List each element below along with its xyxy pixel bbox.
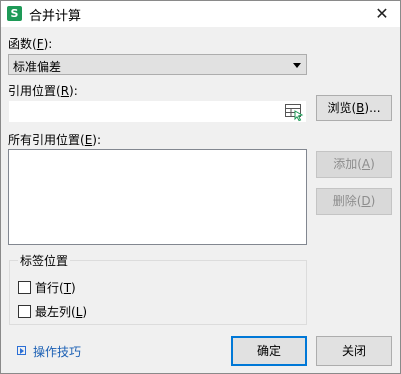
play-icon xyxy=(17,346,26,355)
label-position-group: 标签位置 首行(T) 最左列(L) xyxy=(9,252,307,325)
title-bar[interactable]: S 合并计算 ✕ xyxy=(1,1,400,27)
app-logo-icon: S xyxy=(7,6,22,21)
function-select-value: 标准偏差 xyxy=(13,60,62,74)
close-icon[interactable]: ✕ xyxy=(364,1,400,27)
top-row-checkbox-box[interactable] xyxy=(18,281,31,294)
tips-link-text[interactable]: 操作技巧 xyxy=(33,343,81,360)
all-references-label: 所有引用位置(E): xyxy=(8,133,102,147)
function-select[interactable]: 标准偏差 xyxy=(8,54,307,75)
left-column-label: 最左列(L) xyxy=(35,305,88,319)
function-label: 函数(F): xyxy=(8,37,53,51)
all-references-list[interactable] xyxy=(8,149,307,245)
dialog-title: 合并计算 xyxy=(29,9,82,24)
close-button[interactable]: 关闭 xyxy=(316,336,392,366)
top-row-label: 首行(T) xyxy=(35,281,76,295)
browse-button[interactable]: 浏览(B)... xyxy=(316,95,392,121)
ok-button[interactable]: 确定 xyxy=(231,336,307,366)
left-column-checkbox-box[interactable] xyxy=(18,305,31,318)
range-picker-icon[interactable] xyxy=(284,102,304,122)
consolidate-dialog: S 合并计算 ✕ 函数(F): 标准偏差 引用位置(R): 浏览(B)... 所… xyxy=(0,0,401,374)
label-position-title: 标签位置 xyxy=(18,252,71,269)
reference-input[interactable] xyxy=(8,100,307,123)
add-button[interactable]: 添加(A) xyxy=(316,151,392,178)
reference-label: 引用位置(R): xyxy=(8,84,78,98)
chevron-down-icon[interactable] xyxy=(293,63,301,68)
delete-button[interactable]: 删除(D) xyxy=(316,188,392,215)
